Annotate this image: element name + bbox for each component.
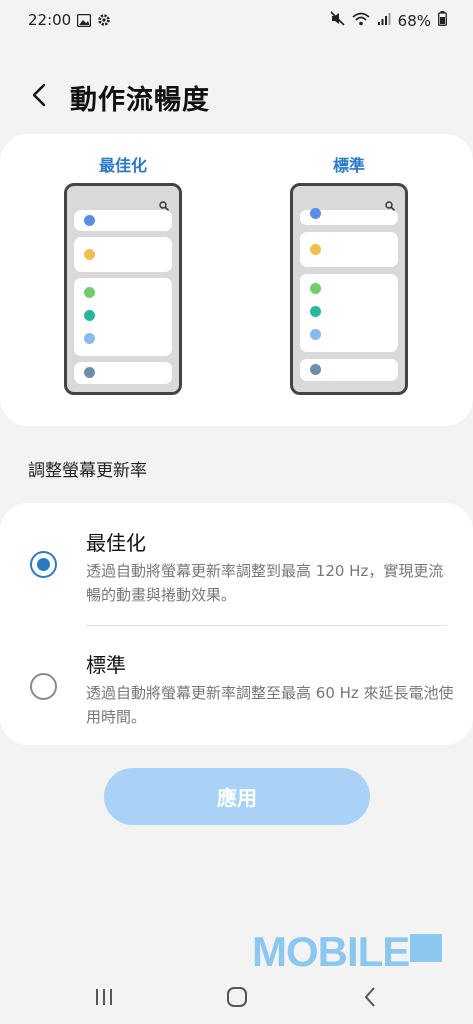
mockup-row: [300, 232, 398, 267]
section-heading: 調整螢幕更新率: [28, 461, 147, 481]
back-arrow-icon[interactable]: [26, 80, 56, 110]
dot-lightblue: [310, 329, 321, 340]
mockup-row: [300, 274, 398, 352]
preview-optimized: 最佳化: [48, 150, 198, 420]
mockup-row: [74, 278, 172, 356]
mockup-row: [300, 359, 398, 381]
navigation-bar: [0, 972, 473, 1024]
preview-card: 最佳化 標準: [0, 134, 473, 426]
status-bar: 22:00 68%: [0, 0, 473, 44]
option-description: 透過自動將螢幕更新率調整到最高 120 Hz，實現更流暢的動畫與捲動效果。: [86, 562, 444, 604]
recent-apps-icon[interactable]: [84, 982, 124, 1012]
preview-label-standard: 標準: [332, 156, 365, 175]
search-icon: [159, 196, 170, 212]
mockup-row: [300, 208, 398, 225]
mockup-row: [74, 210, 172, 231]
watermark-logo: MOBILE: [252, 928, 410, 975]
status-time: 22:00: [28, 11, 72, 29]
preview-standard: 標準: [274, 150, 424, 420]
dot-teal: [310, 306, 321, 317]
dot-yellow: [310, 244, 321, 255]
radio-optimized[interactable]: [30, 551, 57, 578]
dot-blue: [310, 208, 321, 219]
option-standard[interactable]: 標準 透過自動將螢幕更新率調整至最高 60 Hz 來延長電池使用時間。: [0, 625, 473, 745]
radio-standard[interactable]: [30, 673, 57, 700]
wifi-icon: [352, 12, 370, 30]
phone-mockup-standard: [290, 183, 408, 395]
preview-label-optimized: 最佳化: [98, 156, 147, 175]
option-description: 透過自動將螢幕更新率調整至最高 60 Hz 來延長電池使用時間。: [86, 684, 454, 726]
home-icon[interactable]: [217, 982, 257, 1012]
app-header: 動作流暢度: [0, 72, 473, 122]
refresh-rate-options: 最佳化 透過自動將螢幕更新率調整到最高 120 Hz，實現更流暢的動畫與捲動效果…: [0, 503, 473, 745]
apply-button[interactable]: 應用: [104, 768, 370, 825]
dot-green: [310, 283, 321, 294]
dot-blue: [84, 215, 95, 226]
dot-teal: [84, 310, 95, 321]
option-title: 標準: [86, 653, 126, 677]
option-optimized[interactable]: 最佳化 透過自動將螢幕更新率調整到最高 120 Hz，實現更流暢的動畫與捲動效果…: [0, 503, 473, 623]
gallery-icon: [76, 12, 92, 31]
battery-percent: 68%: [397, 11, 431, 30]
search-icon: [385, 196, 396, 212]
mute-icon: [330, 11, 345, 30]
signal-icon: [377, 12, 391, 30]
dot-yellow: [84, 249, 95, 260]
mockup-row: [74, 362, 172, 384]
dot-lightblue: [84, 333, 95, 344]
battery-icon: [438, 11, 447, 30]
page-title: 動作流暢度: [70, 85, 210, 116]
phone-mockup-optimized: [64, 183, 182, 395]
dot-green: [84, 287, 95, 298]
back-nav-icon[interactable]: [350, 982, 390, 1012]
option-title: 最佳化: [86, 531, 146, 555]
mockup-row: [74, 237, 172, 272]
dot-slate: [310, 364, 321, 375]
dot-slate: [84, 367, 95, 378]
chat-bubble-icon: [410, 934, 442, 962]
settings-gear-icon: [97, 12, 111, 31]
